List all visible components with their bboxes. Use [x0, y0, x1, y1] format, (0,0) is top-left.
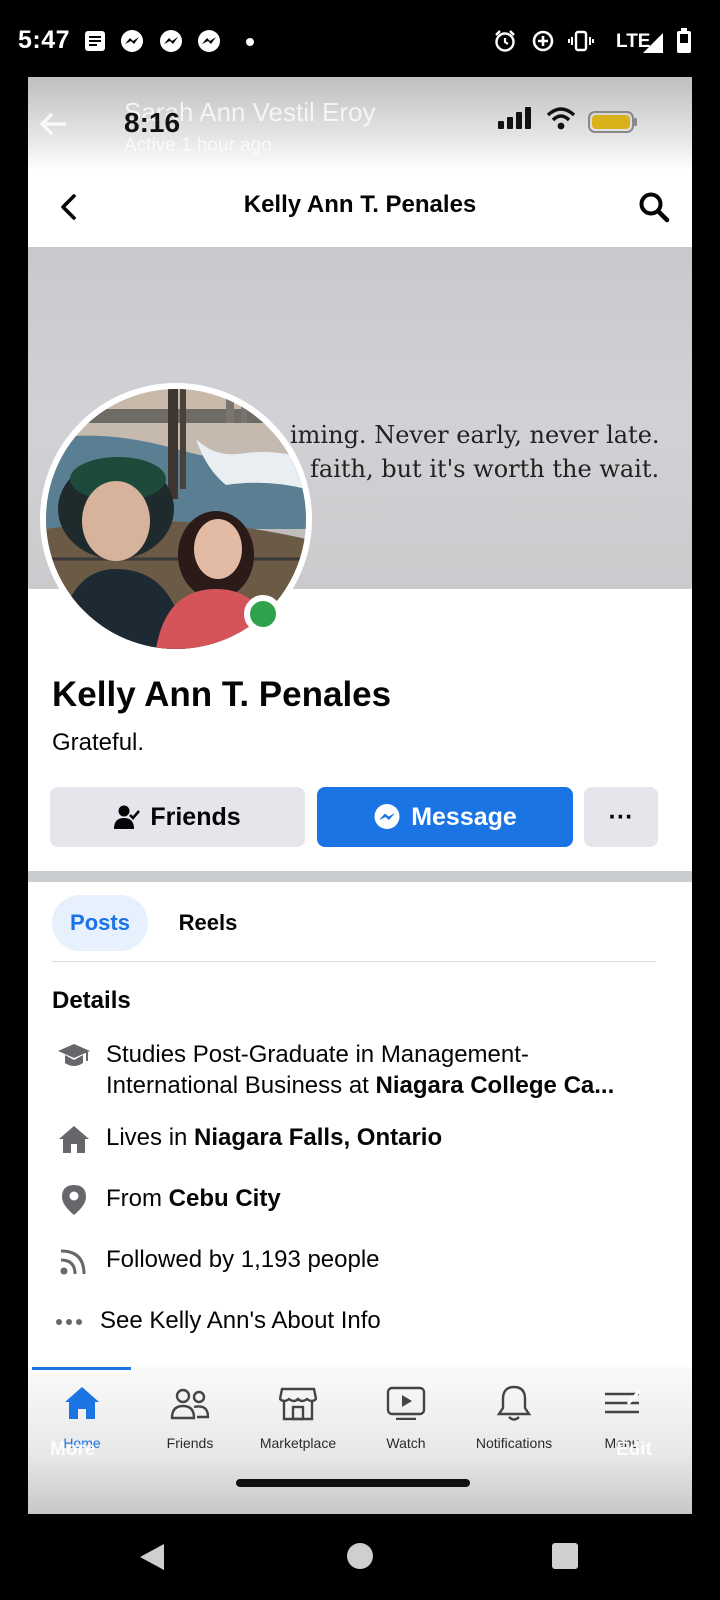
- data-saver-icon: [530, 28, 556, 54]
- bottom-tab-watch[interactable]: Watch: [352, 1381, 460, 1451]
- friend-check-icon: [114, 804, 141, 830]
- rss-followers-icon: [56, 1246, 92, 1276]
- notes-icon: [82, 28, 108, 54]
- more-dots-icon: ···: [608, 802, 634, 831]
- gesture-handle[interactable]: [236, 1479, 470, 1487]
- circle-home-icon: [347, 1543, 373, 1569]
- overlay-header: Sarah Ann Vestil Eroy Active 1 hour ago …: [28, 77, 692, 169]
- square-recents-icon: [552, 1543, 578, 1569]
- section-divider: [28, 871, 692, 882]
- messenger-icon: [158, 28, 184, 54]
- graduation-cap-icon: [56, 1041, 92, 1071]
- messenger-icon: [373, 803, 401, 831]
- bottom-tab-marketplace[interactable]: Marketplace: [244, 1381, 352, 1451]
- friends-icon: [170, 1381, 210, 1425]
- education-line-1: Studies Post-Graduate in Management-: [106, 1041, 529, 1068]
- status-time: 5:47: [18, 26, 71, 54]
- home-icon: [63, 1381, 101, 1425]
- inner-status-time: 8:16: [124, 107, 181, 138]
- cover-quote-line-1: iming. Never early, never late.: [290, 421, 660, 449]
- tabs-underline: [52, 961, 656, 962]
- tab-posts-label: Posts: [70, 910, 130, 935]
- active-tab-indicator: [32, 1367, 131, 1370]
- from-prefix: From: [106, 1185, 169, 1212]
- detail-followers[interactable]: Followed by 1,193 people: [52, 1244, 672, 1276]
- alarm-icon: [492, 28, 518, 54]
- battery-icon: [671, 28, 697, 54]
- header-title: Kelly Ann T. Penales: [243, 191, 477, 218]
- tab-reels-label: Reels: [178, 910, 238, 935]
- online-status-indicator: [244, 595, 282, 633]
- search-icon: [639, 192, 670, 223]
- watch-icon: [386, 1381, 426, 1425]
- more-dots-icon: [52, 1307, 88, 1337]
- wifi-icon: [546, 107, 576, 136]
- education-school: Niagara College Ca...: [375, 1072, 615, 1099]
- lives-prefix: Lives in: [106, 1124, 195, 1151]
- details-heading: Details: [52, 987, 131, 1014]
- see-about-info-link[interactable]: See Kelly Ann's About Info: [52, 1305, 672, 1337]
- search-button[interactable]: [634, 187, 674, 227]
- more-notifications-dot: [246, 38, 254, 46]
- nav-recents-button[interactable]: [551, 1542, 579, 1575]
- detail-from[interactable]: From Cebu City: [52, 1183, 672, 1215]
- see-about-info-text: See Kelly Ann's About Info: [100, 1307, 381, 1334]
- bottom-navigation-bar: Home Friends Marketplace Watch Notificat…: [28, 1367, 692, 1514]
- tab-posts[interactable]: Posts: [52, 895, 148, 951]
- message-button-label: Message: [411, 802, 517, 831]
- lte-signal-icon: [640, 30, 666, 56]
- bell-icon: [496, 1381, 532, 1425]
- profile-bio: Grateful.: [52, 729, 145, 756]
- bottom-tab-notifications-label: Notifications: [475, 1435, 553, 1451]
- cover-quote-line-2: faith, but it's worth the wait.: [310, 455, 660, 483]
- nav-home-button[interactable]: [346, 1542, 374, 1575]
- detail-education[interactable]: Studies Post-Graduate in Management- Int…: [52, 1039, 672, 1103]
- messenger-icon: [196, 28, 222, 54]
- detail-lives-in[interactable]: Lives in Niagara Falls, Ontario: [52, 1122, 672, 1154]
- marketplace-icon: [279, 1381, 317, 1425]
- home-icon: [56, 1124, 92, 1154]
- vibrate-icon: [568, 28, 594, 54]
- profile-nav-header: Kelly Ann T. Penales: [28, 169, 692, 247]
- nav-back-button[interactable]: [138, 1542, 166, 1577]
- tab-reels[interactable]: Reels: [160, 895, 256, 951]
- ghost-edit-label: Edit: [616, 1439, 652, 1460]
- bottom-tab-watch-label: Watch: [386, 1435, 426, 1451]
- from-place: Cebu City: [168, 1185, 281, 1212]
- bottom-tab-friends[interactable]: Friends: [136, 1381, 244, 1451]
- message-button[interactable]: Message: [317, 787, 573, 847]
- profile-name: Kelly Ann T. Penales: [52, 675, 392, 714]
- inner-battery-icon: [588, 111, 638, 138]
- menu-icon: [602, 1381, 642, 1425]
- education-line-2: International Business at: [106, 1072, 376, 1099]
- bottom-tab-friends-label: Friends: [166, 1435, 214, 1451]
- android-status-bar: 5:47 LTE: [0, 0, 720, 80]
- bottom-tab-notifications[interactable]: Notifications: [460, 1381, 568, 1451]
- followers-text: Followed by 1,193 people: [106, 1246, 380, 1273]
- lives-place: Niagara Falls, Ontario: [194, 1124, 443, 1151]
- friends-button-label: Friends: [150, 802, 241, 831]
- messenger-icon: [119, 28, 145, 54]
- cellular-signal-icon: [498, 107, 532, 134]
- ghost-back-arrow-icon: [36, 107, 70, 146]
- app-screen: Sarah Ann Vestil Eroy Active 1 hour ago …: [28, 77, 692, 1514]
- bottom-tab-marketplace-label: Marketplace: [259, 1435, 337, 1451]
- android-navigation-bar: [0, 1514, 720, 1600]
- friends-button[interactable]: Friends: [50, 787, 305, 847]
- ghost-more-label: More: [50, 1439, 96, 1460]
- triangle-back-icon: [140, 1544, 164, 1570]
- location-pin-icon: [56, 1185, 92, 1215]
- more-options-button[interactable]: ···: [584, 787, 658, 847]
